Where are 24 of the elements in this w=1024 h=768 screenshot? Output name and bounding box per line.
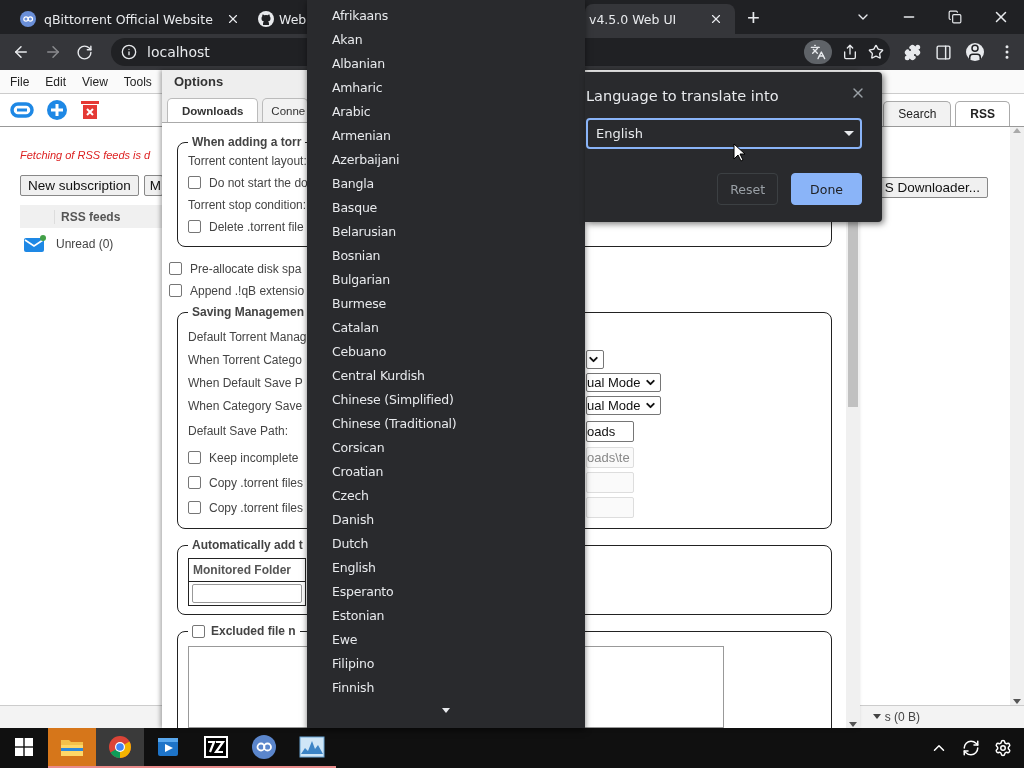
status-text: s (0 B) (884, 710, 920, 724)
field-label: Torrent stop condition: (188, 197, 307, 212)
checkbox-label: Do not start the do (209, 175, 308, 190)
section-title: When adding a torr (192, 135, 302, 149)
field-label: When Category Save (188, 398, 303, 413)
section-title: Automatically add t (192, 538, 303, 552)
field-label: Default Torrent Manag (188, 329, 307, 344)
field-label: When Default Save P (188, 375, 303, 390)
popup-title: Language to translate into (586, 87, 779, 104)
warning-text: Fetching of RSS feeds is d (20, 149, 151, 161)
field-label: Default Save Path: (188, 424, 289, 438)
column-header: Monitored Folder (189, 559, 305, 582)
checkbox-label: Copy .torrent files (209, 475, 304, 490)
checkbox-label: Append .!qB extensio (190, 283, 305, 298)
section-title: Saving Managemen (192, 305, 305, 319)
section-title: Excluded file n (211, 624, 296, 638)
checkbox-label: Delete .torrent file (209, 219, 304, 234)
field-label: When Torrent Catego (188, 352, 302, 367)
checkbox-label: Pre-allocate disk spa (190, 261, 302, 276)
column-header: RSS feeds (54, 209, 121, 224)
checkbox-label: Copy .torrent files (209, 500, 304, 515)
field-label: Torrent content layout: (188, 153, 307, 168)
checkbox-label: Keep incomplete (209, 450, 299, 465)
dialog-title: Options (174, 74, 224, 89)
